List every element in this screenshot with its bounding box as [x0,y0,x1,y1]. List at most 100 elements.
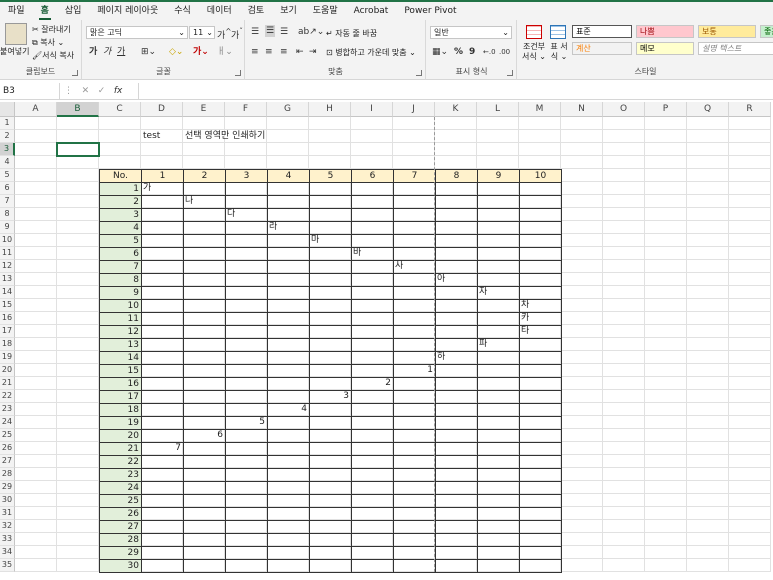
table-cell[interactable] [351,520,394,534]
table-header-cell[interactable]: 9 [477,169,520,183]
table-row-number[interactable]: 4 [99,221,142,235]
table-cell[interactable] [435,390,478,404]
row-header-3[interactable]: 3 [0,143,15,156]
table-cell[interactable] [393,208,436,222]
table-cell[interactable] [225,221,268,235]
table-cell[interactable] [267,312,310,326]
row-header-35[interactable]: 35 [0,559,15,572]
cell-F8[interactable]: 다 [225,208,267,221]
table-cell[interactable] [477,364,520,378]
wrap-text-button[interactable]: ↵ 자동 줄 바꿈 [326,28,377,39]
table-cell[interactable] [351,208,394,222]
column-header-Q[interactable]: Q [687,102,729,117]
table-cell[interactable] [351,273,394,287]
table-cell[interactable] [141,234,184,248]
table-cell[interactable] [435,299,478,313]
table-cell[interactable] [267,546,310,560]
table-cell[interactable] [519,195,562,209]
table-cell[interactable] [183,377,226,391]
column-header-J[interactable]: J [393,102,435,117]
tab-6[interactable]: 검토 [240,2,273,20]
table-cell[interactable] [267,182,310,196]
table-header-cell[interactable]: 5 [309,169,352,183]
table-cell[interactable] [183,286,226,300]
table-cell[interactable] [267,325,310,339]
table-cell[interactable] [225,299,268,313]
tab-1[interactable]: 홈 [33,2,57,20]
table-cell[interactable] [225,338,268,352]
table-cell[interactable] [519,494,562,508]
table-row-number[interactable]: 21 [99,442,142,456]
table-cell[interactable] [183,260,226,274]
table-cell[interactable] [183,299,226,313]
cell-D2[interactable]: test [141,130,162,143]
cell-style-1[interactable]: 나쁨 [636,25,694,38]
border-button[interactable]: ⊞⌄ [141,46,156,58]
table-cell[interactable] [435,520,478,534]
table-cell[interactable] [225,533,268,547]
table-cell[interactable] [351,546,394,560]
table-cell[interactable] [519,507,562,521]
table-cell[interactable] [519,377,562,391]
table-cell[interactable] [351,429,394,443]
table-row-number[interactable]: 23 [99,468,142,482]
accounting-format-button[interactable]: ▦⌄ [432,46,448,58]
table-cell[interactable] [225,546,268,560]
table-cell[interactable] [309,429,352,443]
table-cell[interactable] [477,468,520,482]
table-cell[interactable] [183,533,226,547]
paste-button[interactable]: 붙여넣기 [0,46,29,57]
table-cell[interactable] [393,351,436,365]
table-cell[interactable] [309,338,352,352]
table-format-icon[interactable] [550,25,566,39]
column-header-I[interactable]: I [351,102,393,117]
table-row-number[interactable]: 17 [99,390,142,404]
table-cell[interactable] [309,416,352,430]
table-cell[interactable] [351,390,394,404]
table-cell[interactable] [435,494,478,508]
table-row-number[interactable]: 25 [99,494,142,508]
table-row-number[interactable]: 28 [99,533,142,547]
table-cell[interactable] [393,494,436,508]
table-cell[interactable] [183,559,226,573]
cell-style-0[interactable]: 표준 [572,25,632,38]
table-cell[interactable] [309,312,352,326]
table-cell[interactable] [351,325,394,339]
table-row-number[interactable]: 11 [99,312,142,326]
table-cell[interactable] [351,195,394,209]
table-cell[interactable] [351,559,394,573]
table-cell[interactable] [519,234,562,248]
table-cell[interactable] [393,286,436,300]
table-cell[interactable] [183,325,226,339]
table-cell[interactable] [519,520,562,534]
table-header-cell[interactable]: 3 [225,169,268,183]
table-cell[interactable] [477,546,520,560]
font-name-select[interactable]: 맑은 고딕 ⌄ [86,26,188,39]
column-header-B[interactable]: B [57,102,99,117]
align-center-icon[interactable]: ≡ [265,46,273,58]
table-cell[interactable] [435,260,478,274]
table-cell[interactable] [477,442,520,456]
table-cell[interactable] [393,182,436,196]
row-header-28[interactable]: 28 [0,468,15,481]
table-cell[interactable] [393,403,436,417]
table-cell[interactable] [435,338,478,352]
table-cell[interactable] [351,364,394,378]
table-cell[interactable] [225,520,268,534]
row-header-2[interactable]: 2 [0,130,15,143]
table-cell[interactable] [477,533,520,547]
increase-decimal-icon[interactable]: ←.0 [483,46,496,58]
table-cell[interactable] [477,182,520,196]
phonetic-button[interactable]: ㅐ⌄ [217,46,233,58]
row-header-20[interactable]: 20 [0,364,15,377]
table-cell[interactable] [267,364,310,378]
row-header-31[interactable]: 31 [0,507,15,520]
table-cell[interactable] [141,403,184,417]
column-header-R[interactable]: R [729,102,771,117]
column-header-L[interactable]: L [477,102,519,117]
table-cell[interactable] [309,507,352,521]
table-header-cell[interactable]: 10 [519,169,562,183]
table-row-number[interactable]: 29 [99,546,142,560]
row-header-17[interactable]: 17 [0,325,15,338]
table-cell[interactable] [393,221,436,235]
